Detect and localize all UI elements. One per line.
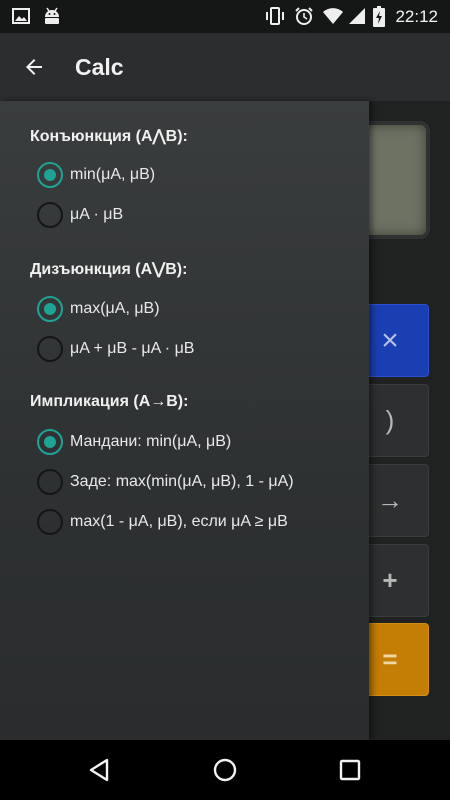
app-toolbar: Calc (0, 33, 450, 101)
status-bar: 22:12 (0, 0, 450, 33)
nav-back-button[interactable] (84, 755, 114, 785)
conjunction-option-product[interactable]: μA · μB (37, 202, 123, 228)
option-label: Мандани: min(μA, μB) (70, 433, 232, 450)
wifi-icon (322, 7, 344, 29)
conjunction-section-title: Конъюнкция (A⋀B): (30, 128, 188, 145)
implication-option-mamdani[interactable]: Мандани: min(μA, μB) (37, 429, 231, 455)
alarm-icon (294, 6, 314, 31)
disjunction-section-title: Дизъюнкция (A⋁B): (30, 261, 188, 278)
implication-option-zadeh[interactable]: Заде: max(min(μA, μB), 1 - μA) (37, 469, 294, 495)
battery-charging-icon (373, 6, 385, 32)
option-label: μA + μB - μA · μB (70, 340, 195, 357)
radio-button-checked[interactable] (37, 162, 63, 188)
radio-button[interactable] (37, 336, 63, 362)
arrow-left-icon (26, 59, 42, 75)
nav-home-button[interactable] (210, 755, 240, 785)
signal-icon (348, 7, 366, 30)
nav-recents-button[interactable] (335, 755, 365, 785)
back-button[interactable] (14, 47, 54, 87)
vibrate-icon (264, 7, 286, 30)
home-circle-icon (213, 758, 237, 782)
option-label: min(μA, μB) (70, 166, 156, 183)
image-icon (12, 8, 30, 29)
radio-button[interactable] (37, 469, 63, 495)
option-label: max(μA, μB) (70, 300, 160, 317)
conjunction-option-min[interactable]: min(μA, μB) (37, 162, 155, 188)
option-label: Заде: max(min(μA, μB), 1 - μA) (70, 473, 294, 490)
back-triangle-icon (89, 758, 109, 782)
navigation-bar (0, 740, 450, 800)
android-icon (42, 6, 62, 31)
disjunction-option-probsum[interactable]: μA + μB - μA · μB (37, 336, 194, 362)
page-title: Calc (75, 54, 124, 80)
implication-option-conditional[interactable]: max(1 - μA, μB), если μA ≥ μB (37, 509, 288, 535)
radio-button-checked[interactable] (37, 429, 63, 455)
implication-section-title: Импликация (A→B): (30, 393, 189, 410)
option-label: max(1 - μA, μB), если μA ≥ μB (70, 513, 288, 530)
settings-drawer: Конъюнкция (A⋀B): min(μA, μB) μA · μB Ди… (0, 101, 369, 740)
radio-button[interactable] (37, 509, 63, 535)
option-label: μA · μB (70, 206, 124, 223)
disjunction-option-max[interactable]: max(μA, μB) (37, 296, 160, 322)
recents-square-icon (339, 759, 361, 781)
clock-time: 22:12 (395, 7, 438, 26)
radio-button-checked[interactable] (37, 296, 63, 322)
radio-button[interactable] (37, 202, 63, 228)
